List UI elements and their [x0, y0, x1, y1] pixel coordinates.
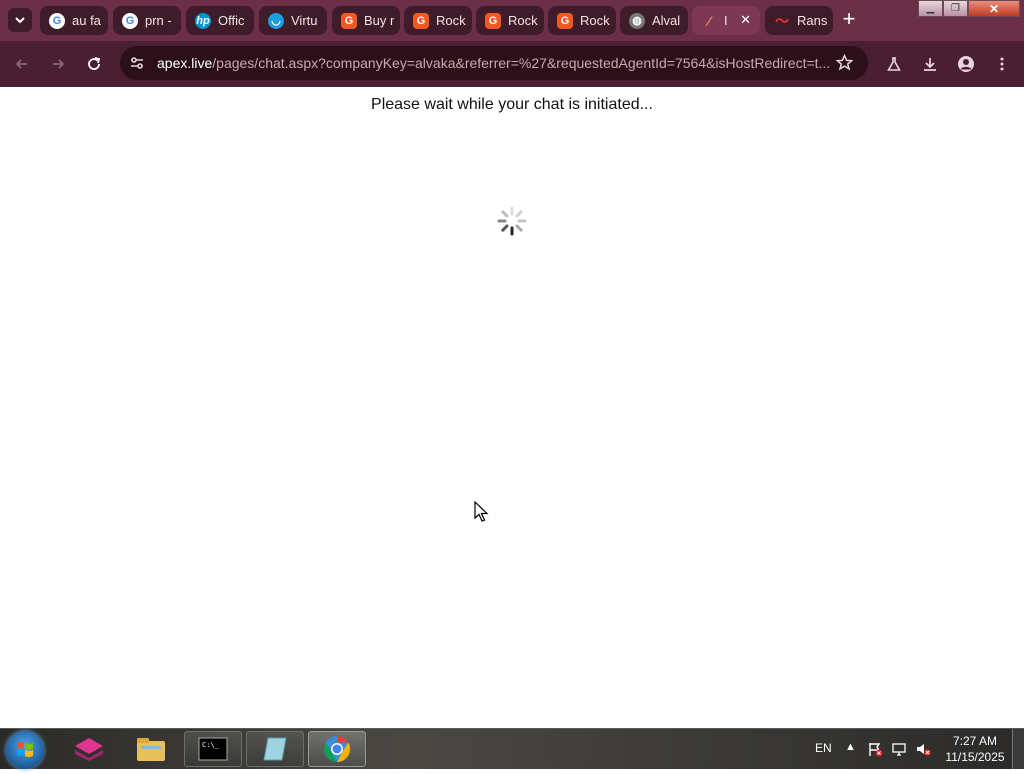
google-icon: G: [49, 12, 65, 29]
close-window-button[interactable]: ✕: [968, 0, 1020, 17]
browser-menu-button[interactable]: [990, 52, 1014, 76]
labs-button[interactable]: [882, 52, 906, 76]
tab-search-button[interactable]: [8, 8, 32, 32]
arrow-right-icon: [53, 59, 65, 69]
tab-label: Rock: [508, 13, 538, 28]
tab-label: au fa: [72, 13, 101, 28]
notepad-icon: [263, 737, 287, 761]
more-vert-icon: [1000, 57, 1004, 71]
network-icon[interactable]: [891, 741, 907, 757]
tab-label: Rock: [580, 13, 610, 28]
taskbar-app-colorful[interactable]: [60, 731, 118, 767]
g2-icon: G: [485, 12, 501, 29]
close-tab-icon[interactable]: ✕: [740, 12, 751, 28]
tab-rock-1[interactable]: G Rock: [404, 6, 472, 35]
minimize-button[interactable]: ▁: [918, 0, 943, 17]
bookmark-button[interactable]: [835, 53, 854, 76]
url-domain: apex.live: [157, 55, 213, 71]
chrome-icon: [323, 735, 351, 763]
show-desktop-button[interactable]: [1012, 729, 1024, 769]
action-center-flag-icon[interactable]: [867, 741, 883, 757]
app-cube-icon: [75, 738, 103, 761]
restore-button[interactable]: ❐: [943, 0, 968, 17]
tab-label: Virtu: [291, 13, 318, 28]
system-clock[interactable]: 7:27 AM 11/15/2025: [940, 733, 1010, 765]
chevron-up-icon: ▲: [845, 741, 856, 753]
show-hidden-icons-button[interactable]: ▲: [845, 741, 861, 757]
tab-rans[interactable]: 〜 Rans: [765, 6, 833, 35]
flask-icon: [887, 57, 901, 71]
profile-button[interactable]: [954, 52, 978, 76]
downloads-button[interactable]: [918, 52, 942, 76]
windows-logo-icon: [17, 742, 33, 757]
page-content: Please wait while your chat is initiated…: [0, 87, 1024, 728]
tab-label: Alval: [652, 13, 681, 28]
tab-label: I: [724, 13, 728, 28]
tab-label: Offic: [218, 13, 245, 28]
loading-spinner-icon: [497, 206, 527, 236]
tab-rock-3[interactable]: G Rock: [548, 6, 616, 35]
clock-time: 7:27 AM: [952, 734, 998, 748]
volume-muted-icon[interactable]: [915, 741, 931, 757]
svg-text:C:\_: C:\_: [202, 741, 220, 749]
site-info-button[interactable]: [129, 55, 145, 71]
taskbar: C:\_ EN ▲ 7:27 AM 11/15/2025: [0, 728, 1024, 769]
minimize-icon: ▁: [926, 3, 935, 14]
reload-icon: [88, 57, 101, 70]
google-icon: G: [122, 12, 138, 29]
taskbar-file-explorer[interactable]: [122, 731, 180, 767]
tab-virtu[interactable]: ◡ Virtu: [259, 6, 327, 35]
clock-date: 11/15/2025: [945, 750, 1005, 764]
new-tab-button[interactable]: +: [837, 8, 861, 32]
tab-rock-2[interactable]: G Rock: [476, 6, 544, 35]
taskbar-command-prompt[interactable]: C:\_: [184, 731, 242, 767]
terminal-icon: C:\_: [198, 737, 228, 761]
g2-icon: G: [557, 12, 573, 29]
start-button[interactable]: [6, 731, 44, 769]
folder-icon: [137, 738, 165, 761]
taskbar-notepad[interactable]: [246, 731, 304, 767]
apex-icon: ⁄: [707, 12, 711, 29]
back-button[interactable]: [10, 52, 34, 76]
tab-alval[interactable]: ◍ Alval: [620, 6, 688, 35]
tab-label: Buy r: [364, 13, 395, 28]
url-text[interactable]: apex.live/pages/chat.aspx?companyKey=alv…: [157, 55, 829, 71]
globe-icon: ◍: [629, 12, 645, 29]
address-bar[interactable]: apex.live/pages/chat.aspx?companyKey=alv…: [120, 46, 868, 80]
tab-prn[interactable]: G prn -: [113, 6, 181, 35]
mouse-cursor-icon: [474, 501, 489, 522]
forward-button[interactable]: [46, 52, 70, 76]
tab-label: Rock: [436, 13, 466, 28]
tune-icon: [131, 57, 143, 69]
rans-icon: 〜: [775, 12, 789, 29]
language-indicator[interactable]: EN: [815, 741, 832, 755]
tab-strip: G au fa G prn - hp Offic ◡ Virtu G Buy r…: [0, 0, 1024, 41]
tab-buy[interactable]: G Buy r: [332, 6, 400, 35]
url-path: /pages/chat.aspx?companyKey=alvaka&refer…: [212, 55, 829, 71]
plus-icon: +: [842, 6, 856, 31]
star-icon: [835, 53, 854, 71]
person-icon: [958, 56, 974, 72]
hp-icon: hp: [195, 12, 211, 29]
tab-label: Rans: [797, 13, 828, 28]
chevron-down-icon: [15, 17, 25, 24]
taskbar-chrome[interactable]: [308, 731, 366, 767]
browser-toolbar: apex.live/pages/chat.aspx?companyKey=alv…: [0, 41, 1024, 87]
restore-icon: ❐: [951, 3, 960, 14]
tab-label: prn -: [145, 13, 172, 28]
tab-offic[interactable]: hp Offic: [186, 6, 254, 35]
reload-button[interactable]: [82, 52, 106, 76]
tab-apex-active[interactable]: ⁄ I ✕: [692, 6, 760, 35]
virtual-icon: ◡: [268, 12, 284, 29]
close-icon: ✕: [988, 1, 1000, 16]
tab-au-fa[interactable]: G au fa: [40, 6, 108, 35]
arrow-left-icon: [15, 59, 27, 69]
g2-icon: G: [413, 12, 429, 29]
g2-icon: G: [341, 12, 357, 29]
download-icon: [924, 58, 936, 71]
chat-wait-message: Please wait while your chat is initiated…: [371, 96, 653, 113]
window-controls: ▁ ❐ ✕: [918, 0, 1020, 18]
